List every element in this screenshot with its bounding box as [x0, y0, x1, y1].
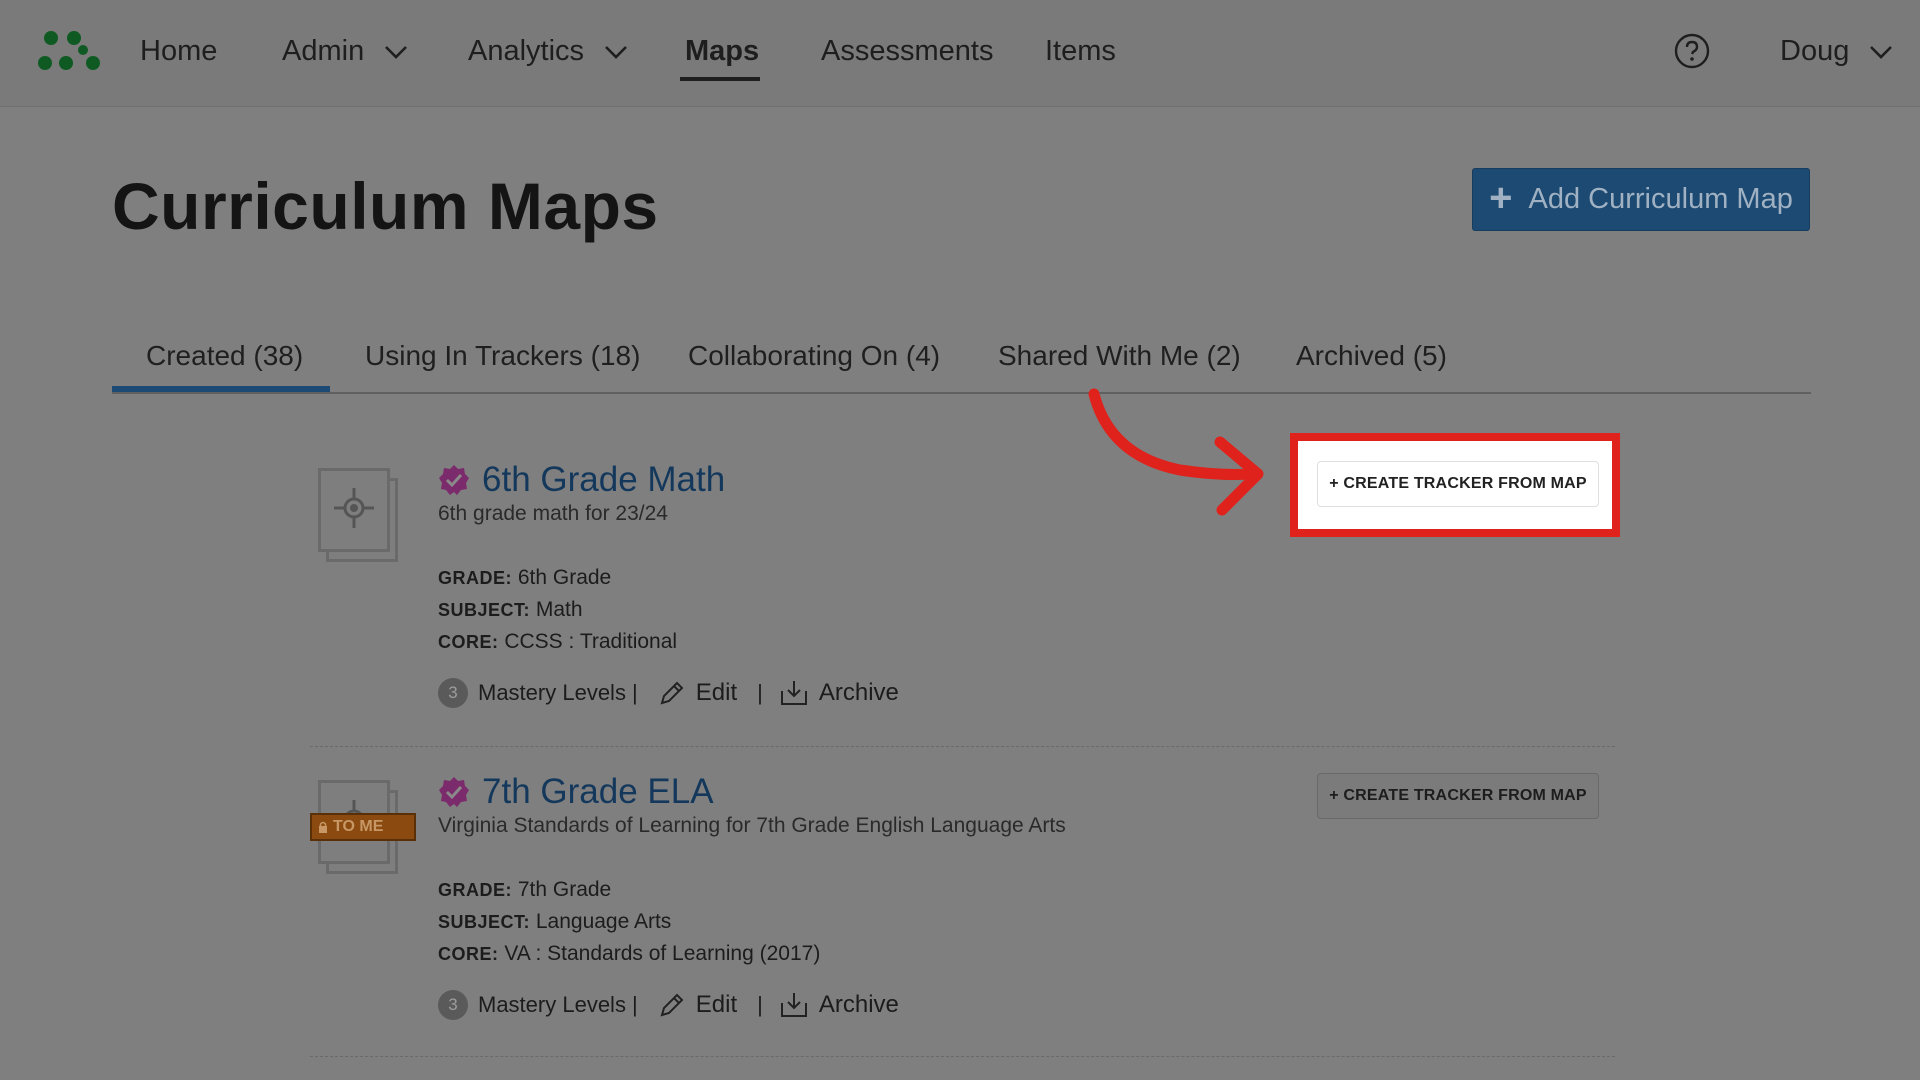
grade-value: 6th Grade	[517, 566, 612, 589]
nav-home-label: Home	[140, 35, 218, 67]
tab-created[interactable]: Created (38)	[146, 332, 303, 380]
map-title-link[interactable]: 7th Grade ELA	[482, 772, 714, 812]
tab-active-indicator	[112, 386, 330, 392]
map-core: CORE: CCSS : Traditional	[438, 630, 677, 654]
archive-button[interactable]: Archive	[779, 679, 899, 707]
nav-assessments[interactable]: Assessments	[821, 30, 993, 72]
nav-items[interactable]: Items	[1045, 30, 1116, 72]
mastery-levels-link[interactable]: Mastery Levels |	[478, 992, 638, 1018]
core-label: CORE:	[438, 944, 499, 964]
shared-ribbon: TO ME	[310, 813, 416, 841]
tab-collaborating-on[interactable]: Collaborating On (4)	[688, 332, 940, 380]
map-subject: SUBJECT: Math	[438, 598, 583, 622]
archive-button[interactable]: Archive	[779, 991, 899, 1019]
map-card: 6th Grade Math 6th grade math for 23/24 …	[310, 430, 1615, 747]
core-value: CCSS : Traditional	[504, 630, 678, 653]
grade-label: GRADE:	[438, 568, 512, 588]
nav-items-label: Items	[1045, 35, 1116, 67]
verified-badge-icon	[439, 465, 469, 495]
compass-icon	[334, 488, 374, 528]
map-title-link[interactable]: 6th Grade Math	[482, 460, 725, 500]
map-tabs: Created (38) Using In Trackers (18) Coll…	[112, 320, 1811, 394]
nav-admin-label: Admin	[282, 35, 365, 67]
pencil-icon	[660, 681, 684, 705]
page-title: Curriculum Maps	[112, 169, 659, 243]
subject-value: Math	[535, 598, 583, 621]
grade-value: 7th Grade	[517, 878, 612, 901]
mastery-count-badge: 3	[438, 990, 468, 1020]
add-curriculum-map-button[interactable]: + Add Curriculum Map	[1472, 168, 1810, 231]
help-icon[interactable]	[1674, 33, 1710, 69]
chevron-down-icon	[1870, 46, 1893, 60]
mastery-count-badge: 3	[438, 678, 468, 708]
map-core: CORE: VA : Standards of Learning (2017)	[438, 942, 820, 966]
map-description: 6th grade math for 23/24	[438, 502, 668, 525]
grade-label: GRADE:	[438, 880, 512, 900]
edit-label: Edit	[695, 679, 738, 706]
mastery-levels-link[interactable]: Mastery Levels |	[478, 680, 638, 706]
app-logo-icon[interactable]	[38, 30, 104, 74]
nav-active-indicator	[680, 77, 760, 81]
core-label: CORE:	[438, 632, 499, 652]
action-divider: |	[757, 680, 763, 705]
map-actions: 3 Mastery Levels | Edit | Archive	[438, 676, 899, 710]
tab-using-in-trackers[interactable]: Using In Trackers (18)	[365, 332, 640, 380]
subject-label: SUBJECT:	[438, 600, 531, 620]
edit-button[interactable]: Edit	[658, 991, 737, 1019]
archive-label: Archive	[818, 679, 899, 706]
archive-label: Archive	[818, 991, 899, 1018]
map-thumbnail[interactable]	[318, 468, 402, 564]
tab-archived[interactable]: Archived (5)	[1296, 332, 1447, 380]
chevron-down-icon	[385, 46, 408, 60]
map-description: Virginia Standards of Learning for 7th G…	[438, 814, 1066, 837]
create-tracker-button[interactable]: + CREATE TRACKER FROM MAP	[1317, 461, 1599, 507]
subject-label: SUBJECT:	[438, 912, 531, 932]
map-actions: 3 Mastery Levels | Edit | Archive	[438, 988, 899, 1022]
map-grade: GRADE: 7th Grade	[438, 878, 611, 902]
top-nav-bar: Home Admin Analytics Maps Assessments It…	[0, 0, 1920, 107]
edit-label: Edit	[695, 991, 738, 1018]
user-name: Doug	[1780, 35, 1850, 67]
map-card: 7th Grade ELA Virginia Standards of Lear…	[310, 746, 1615, 1057]
nav-maps[interactable]: Maps	[685, 30, 759, 72]
edit-button[interactable]: Edit	[658, 679, 737, 707]
create-tracker-button[interactable]: + CREATE TRACKER FROM MAP	[1317, 773, 1599, 819]
pencil-icon	[660, 993, 684, 1017]
archive-icon	[780, 993, 807, 1017]
tab-shared-with-me[interactable]: Shared With Me (2)	[998, 332, 1241, 380]
core-value: VA : Standards of Learning (2017)	[504, 942, 821, 965]
subject-value: Language Arts	[535, 910, 672, 933]
map-subject: SUBJECT: Language Arts	[438, 910, 671, 934]
archive-icon	[780, 681, 807, 705]
add-curriculum-map-label: Add Curriculum Map	[1528, 183, 1793, 215]
lock-icon	[319, 821, 327, 833]
nav-analytics-label: Analytics	[468, 35, 585, 67]
chevron-down-icon	[605, 46, 628, 60]
nav-admin[interactable]: Admin	[282, 30, 408, 72]
verified-badge-icon	[439, 777, 469, 807]
nav-maps-label: Maps	[685, 35, 760, 67]
user-menu[interactable]: Doug	[1780, 30, 1893, 72]
map-grade: GRADE: 6th Grade	[438, 566, 611, 590]
nav-assessments-label: Assessments	[821, 35, 994, 67]
shared-ribbon-label: TO ME	[333, 818, 384, 835]
action-divider: |	[757, 992, 763, 1017]
nav-home[interactable]: Home	[140, 30, 217, 72]
nav-analytics[interactable]: Analytics	[468, 30, 628, 72]
plus-icon: +	[1489, 175, 1513, 220]
